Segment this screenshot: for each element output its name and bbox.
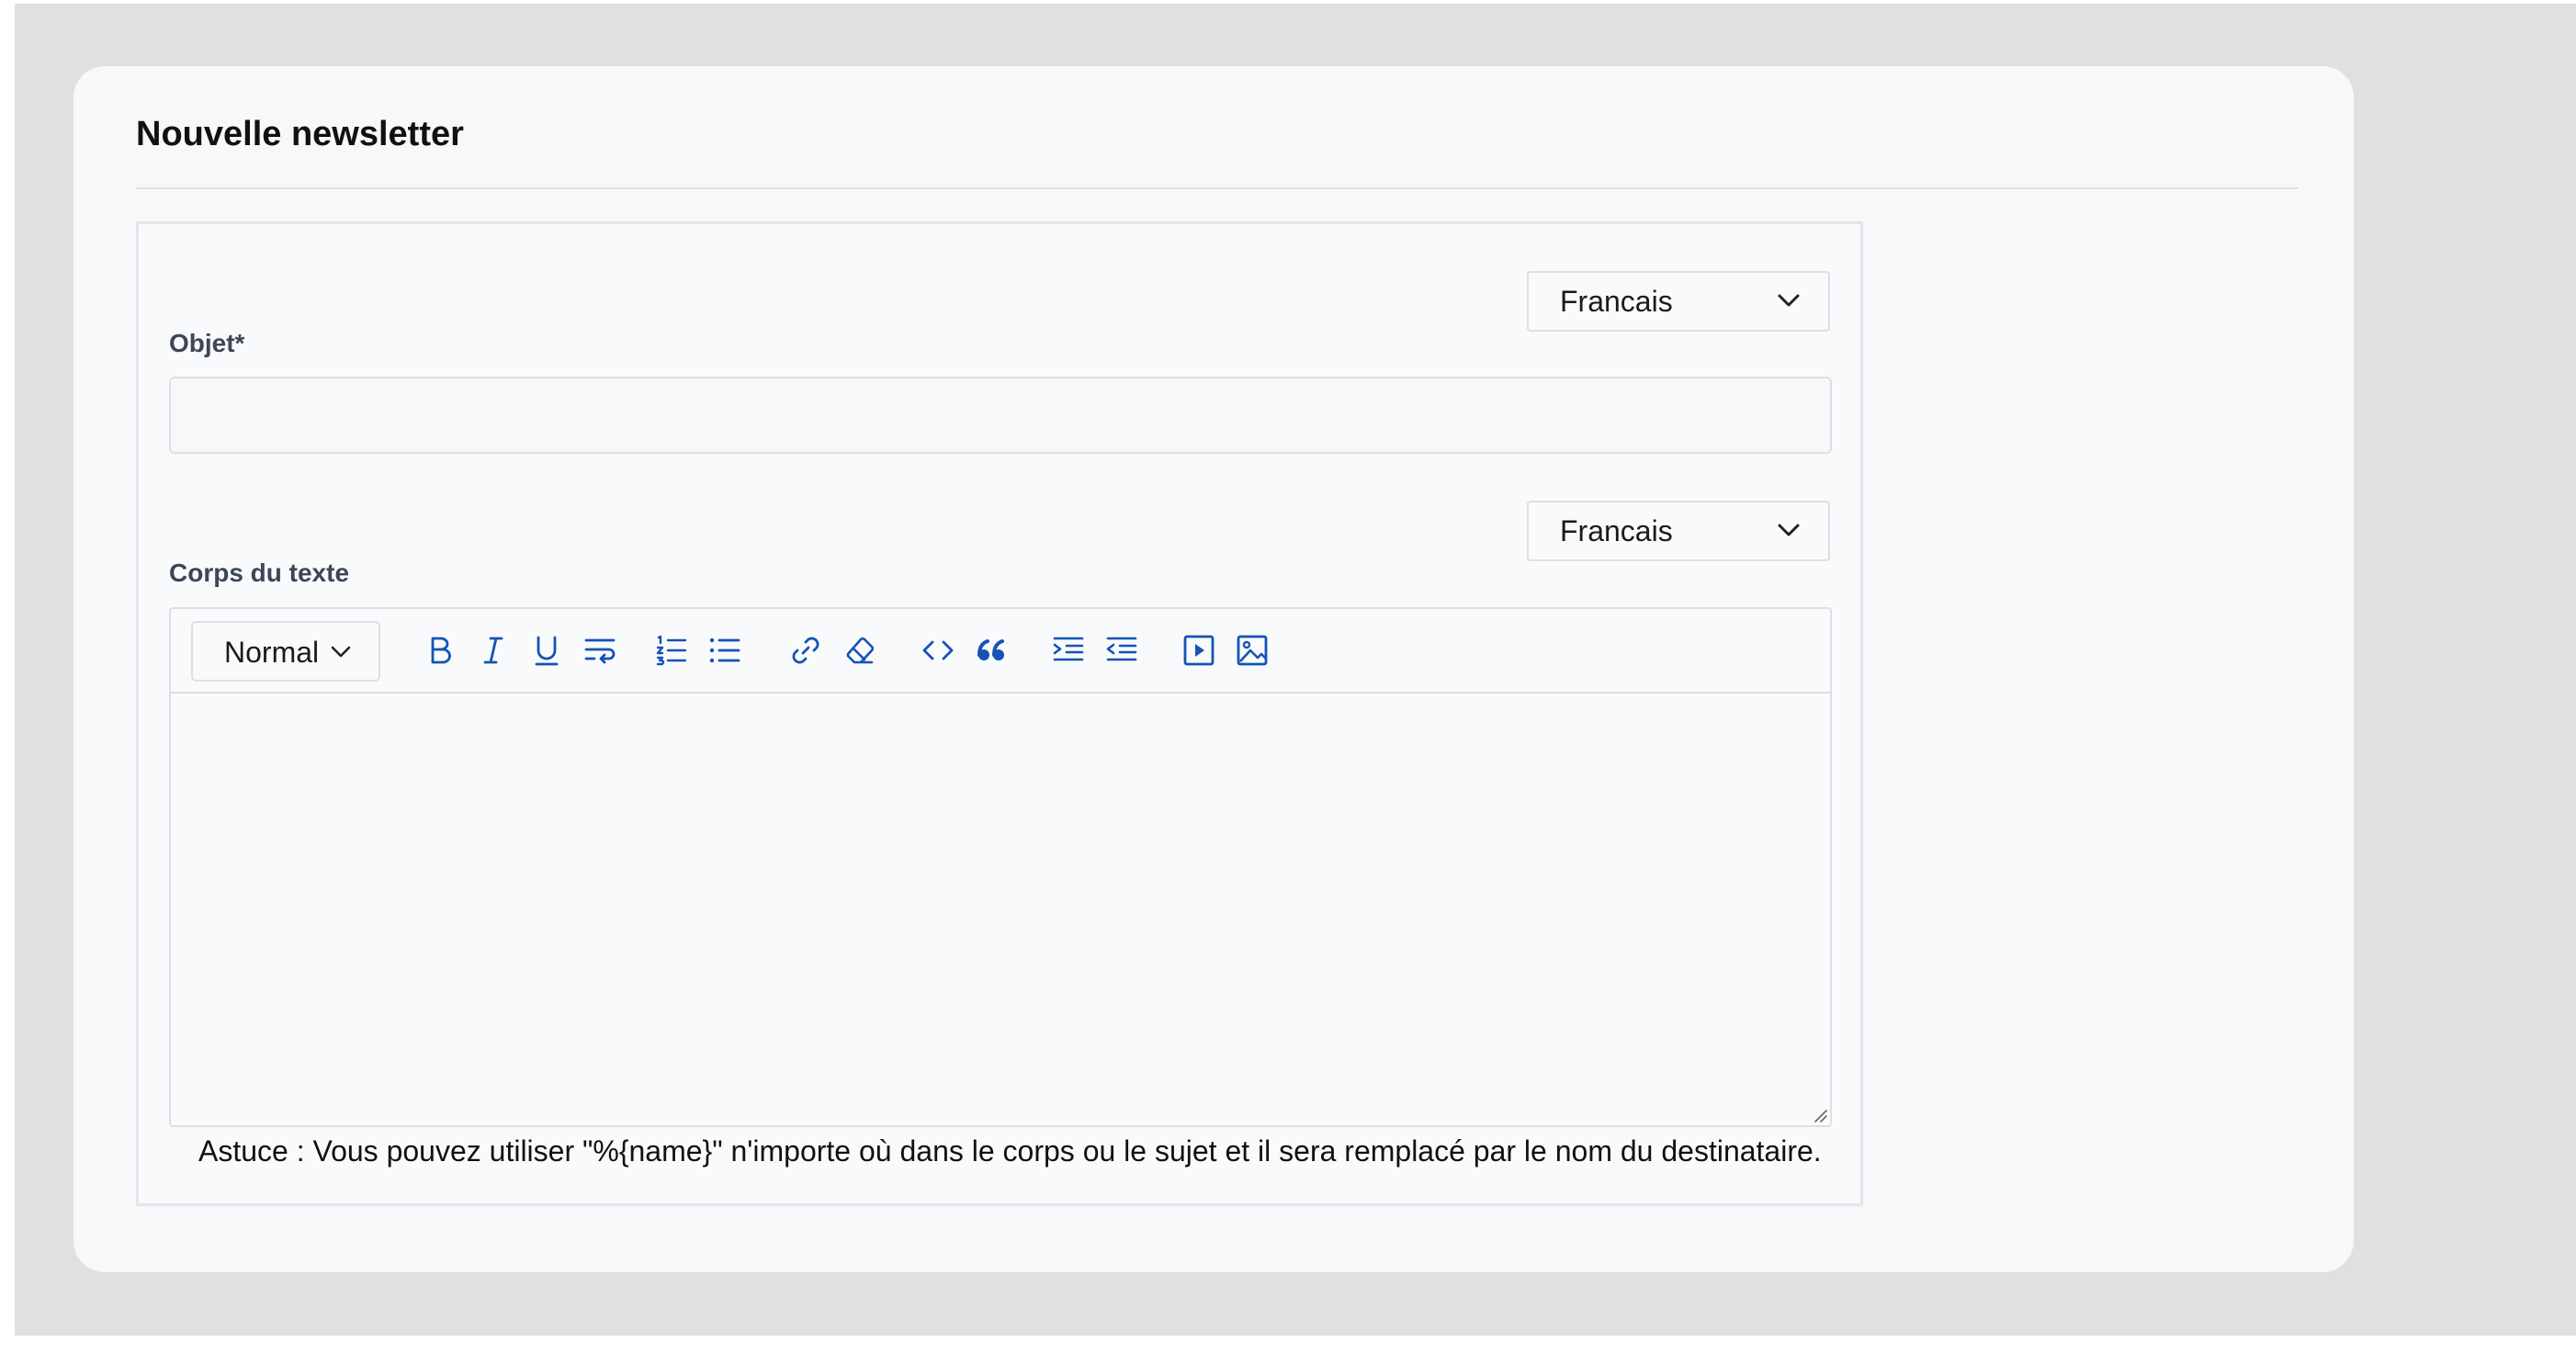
- heading-format-value: Normal: [224, 636, 320, 669]
- italic-button[interactable]: [472, 629, 514, 671]
- outdent-button[interactable]: [1101, 629, 1143, 671]
- editor-toolbar: Normal: [171, 609, 1830, 694]
- body-language-select[interactable]: Francais: [1527, 501, 1830, 561]
- code-icon: [922, 640, 954, 660]
- link-button[interactable]: [785, 629, 827, 671]
- body-language-value: Francais: [1560, 514, 1673, 547]
- link-icon: [792, 637, 819, 664]
- indent-button[interactable]: [1047, 629, 1090, 671]
- subject-language-value: Francais: [1560, 285, 1673, 318]
- bullet-list-icon: [709, 638, 740, 663]
- hint-text: Astuce : Vous pouvez utiliser "%{name}" …: [198, 1134, 1822, 1168]
- ordered-list-icon: [656, 635, 687, 666]
- video-icon: [1183, 635, 1215, 666]
- bold-icon: [431, 637, 451, 664]
- text-wrap-button[interactable]: [579, 629, 621, 671]
- indent-icon: [1053, 637, 1084, 661]
- rich-text-editor: Normal: [169, 607, 1832, 1127]
- chevron-down-icon: [1778, 524, 1800, 536]
- text-wrap-icon: [584, 638, 616, 664]
- image-icon: [1237, 635, 1268, 666]
- subject-label: Objet*: [169, 329, 245, 357]
- video-button[interactable]: [1178, 629, 1220, 671]
- subject-input[interactable]: [169, 377, 1832, 454]
- blockquote-button[interactable]: [970, 629, 1012, 671]
- chevron-down-icon: [331, 646, 351, 658]
- page-title: Nouvelle newsletter: [136, 115, 464, 153]
- image-button[interactable]: [1231, 629, 1273, 671]
- chevron-down-icon: [1778, 294, 1800, 307]
- body-label: Corps du texte: [169, 559, 350, 587]
- resize-handle-icon[interactable]: [1812, 1107, 1828, 1123]
- bullet-list-button[interactable]: [704, 629, 746, 671]
- heading-format-select[interactable]: Normal: [191, 621, 380, 682]
- clear-format-button[interactable]: [838, 629, 880, 671]
- outdent-icon: [1106, 637, 1137, 661]
- bold-button[interactable]: [419, 629, 461, 671]
- clear-format-icon: [846, 637, 875, 664]
- underline-icon: [535, 636, 559, 666]
- editor-content-area[interactable]: [171, 694, 1830, 1125]
- title-divider: [136, 187, 2299, 189]
- code-button[interactable]: [917, 629, 959, 671]
- subject-language-select[interactable]: Francais: [1527, 271, 1830, 332]
- blockquote-icon: [977, 639, 1004, 660]
- italic-icon: [483, 637, 503, 664]
- ordered-list-button[interactable]: [650, 629, 693, 671]
- underline-button[interactable]: [525, 629, 568, 671]
